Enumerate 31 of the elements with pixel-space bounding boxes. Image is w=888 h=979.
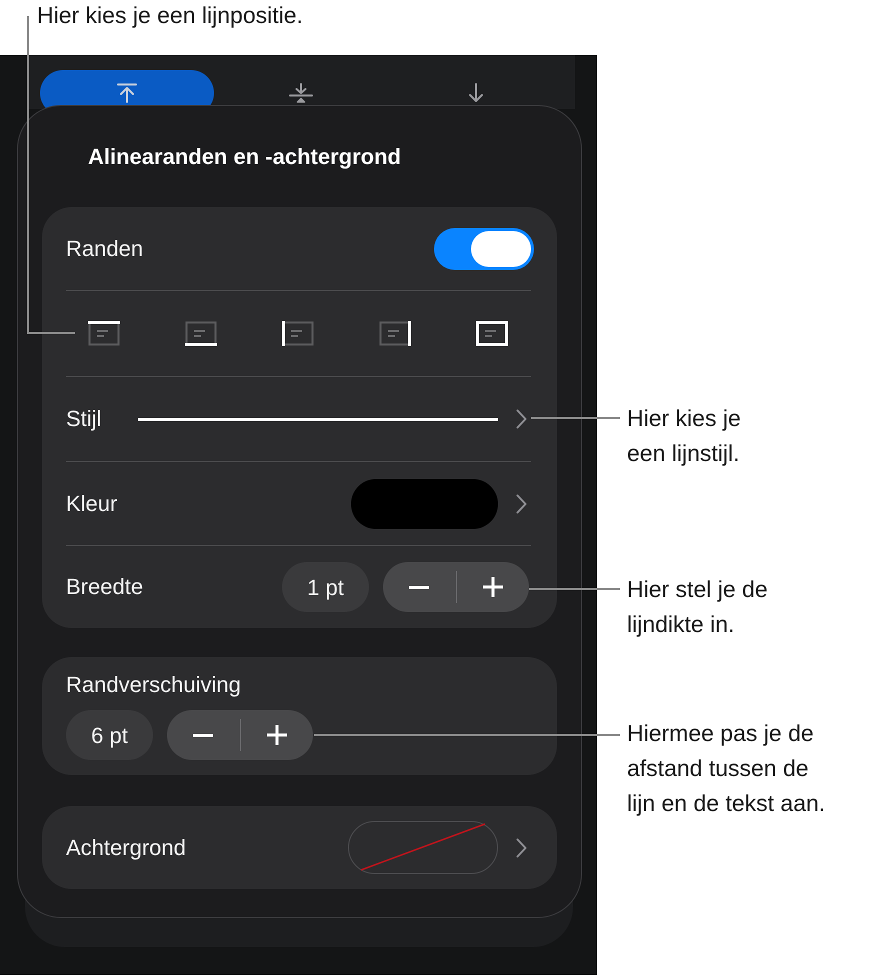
row-label: Stijl — [66, 405, 102, 433]
toggle-switch[interactable] — [434, 228, 534, 270]
arrow-up-to-line-icon — [116, 83, 138, 103]
tab[interactable] — [40, 70, 214, 109]
row-label: Breedte — [66, 573, 144, 601]
no-fill-swatch-icon — [348, 821, 498, 874]
chevron-right-icon — [516, 494, 527, 514]
minus-icon — [193, 734, 214, 736]
popover-title: Alinearanden en -achtergrond — [87, 143, 402, 171]
border-right-icon[interactable] — [379, 321, 411, 346]
callout-text: Hier kies je een lijnstijl. — [627, 404, 742, 468]
solid-line-icon — [138, 418, 498, 420]
callout-text: Hier stel je de lijndikte in. — [627, 575, 769, 639]
border-all-icon[interactable] — [476, 321, 508, 346]
value-field[interactable]: 1 pt — [282, 562, 369, 612]
vertical-center-icon — [288, 83, 314, 103]
row-label: Randverschuiving — [66, 671, 242, 699]
plus-icon — [482, 577, 503, 597]
row-label: Achtergrond — [66, 834, 187, 862]
border-top-icon[interactable] — [88, 321, 120, 346]
border-left-icon[interactable] — [282, 321, 314, 346]
chevron-right-icon — [516, 838, 527, 858]
value-field[interactable]: 6 pt — [66, 710, 153, 760]
row-label: Kleur — [66, 490, 118, 518]
callout-text: Hier kies je een lijnpositie. — [37, 1, 304, 30]
callout-text: Hiermee pas je de afstand tussen de lijn en de tekst aan. — [627, 719, 826, 818]
row-label: Randen — [66, 234, 144, 262]
chevron-right-icon — [516, 409, 527, 429]
border-bottom-icon[interactable] — [185, 321, 217, 346]
plus-icon — [266, 725, 287, 745]
minus-icon — [409, 586, 430, 588]
